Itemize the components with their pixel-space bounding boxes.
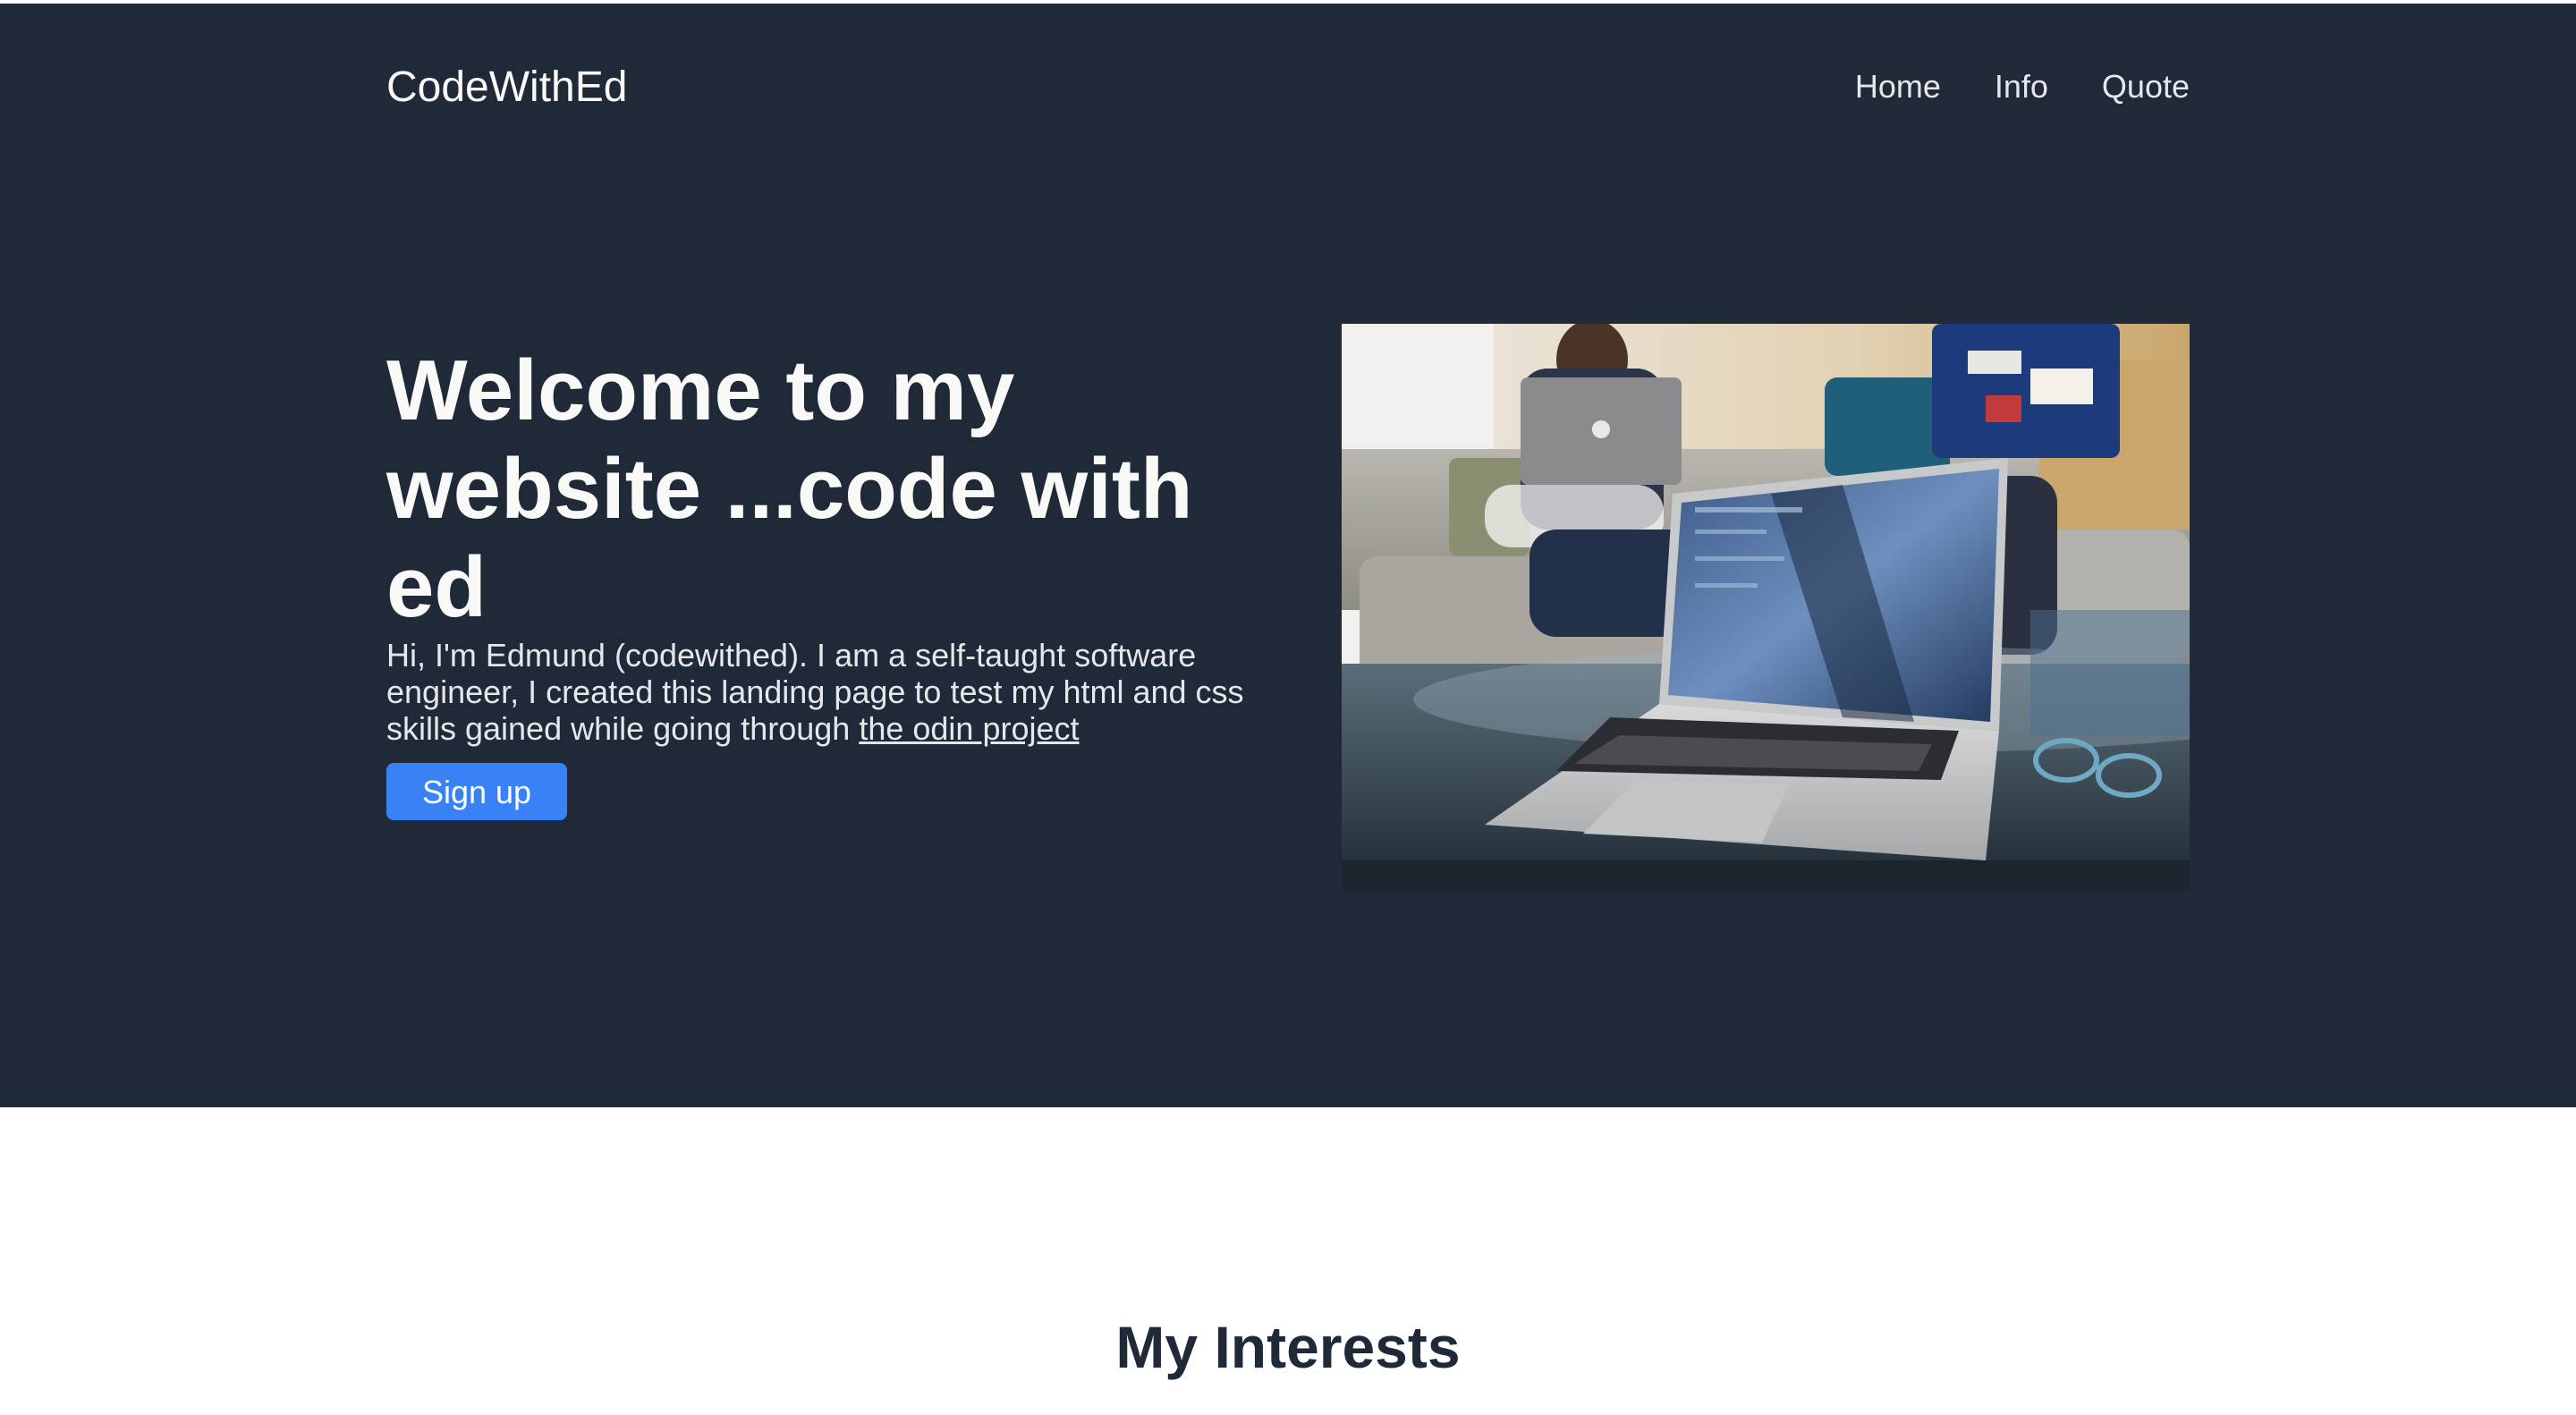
hero-section: CodeWithEd Home Info Quote Welcome to my… — [0, 4, 2576, 1107]
nav-links: Home Info Quote — [1855, 68, 2190, 106]
interests-title: My Interests — [1115, 1314, 1461, 1380]
nav-info-link[interactable]: Info — [1995, 68, 2048, 106]
odin-project-link[interactable]: the odin project — [859, 710, 1079, 747]
hero-title: Welcome to my website ...code with ed — [386, 343, 1193, 635]
laptop-photo-illustration — [1342, 324, 2190, 891]
hero-image — [1342, 324, 2190, 891]
nav-home-link[interactable]: Home — [1855, 68, 1941, 106]
navbar: CodeWithEd Home Info Quote — [386, 55, 2190, 118]
signup-button[interactable]: Sign up — [386, 763, 567, 820]
hero-description-text: Hi, I'm Edmund (codewithed). I am a self… — [386, 637, 1244, 747]
site-logo[interactable]: CodeWithEd — [386, 63, 627, 112]
nav-quote-link[interactable]: Quote — [2102, 68, 2190, 106]
hero-text: Welcome to my website ...code with ed Hi… — [386, 342, 1281, 820]
interests-section: My Interests — [0, 1107, 2576, 1415]
hero-description: Hi, I'm Edmund (codewithed). I am a self… — [386, 637, 1281, 747]
